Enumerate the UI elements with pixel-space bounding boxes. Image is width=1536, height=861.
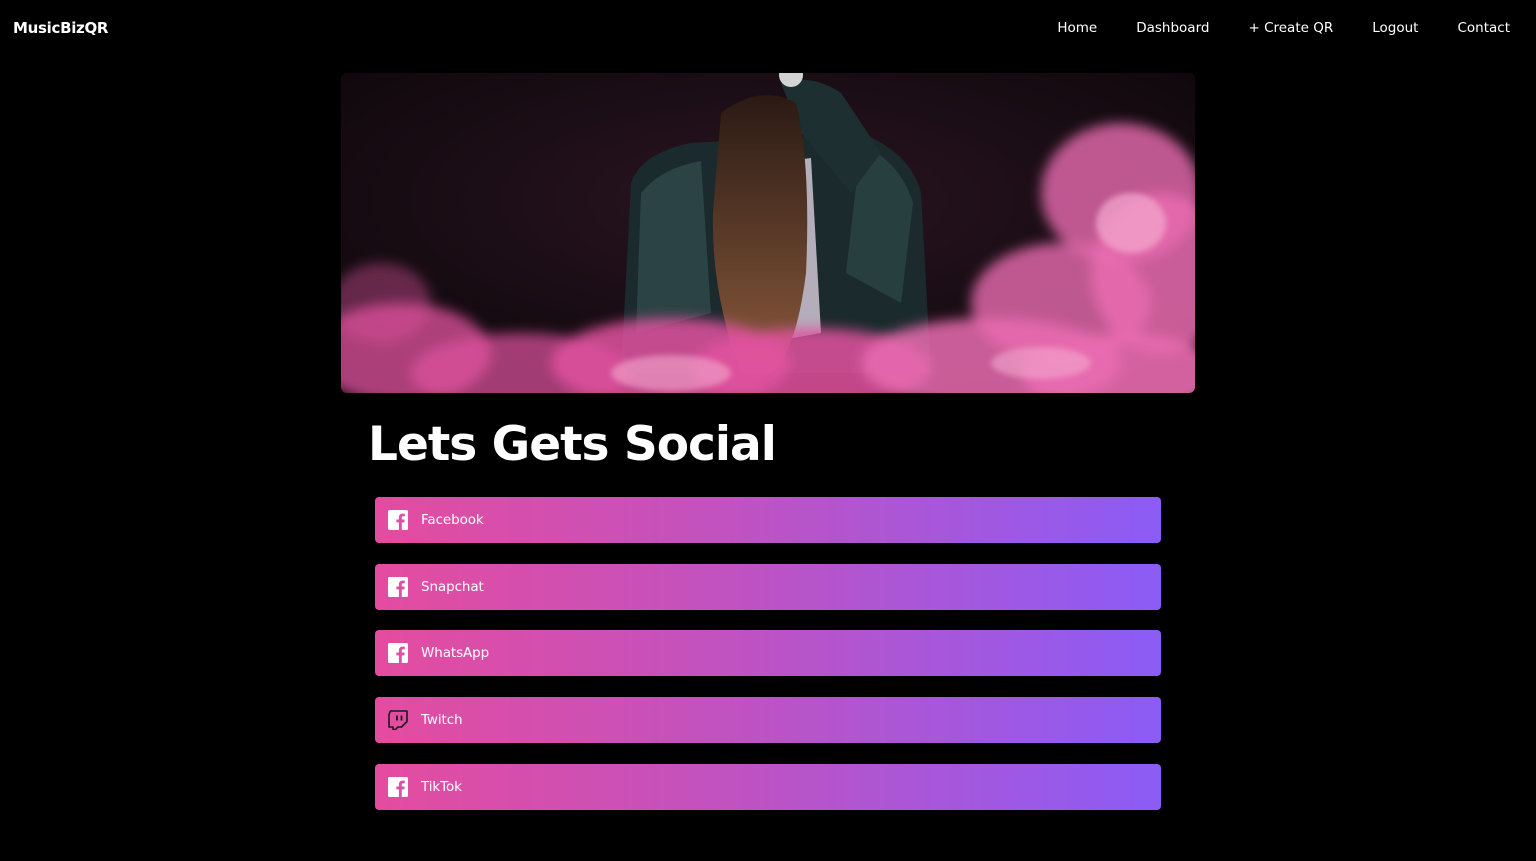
- snapchat-button[interactable]: Snapchat: [375, 563, 1161, 610]
- twitch-button[interactable]: Twitch: [375, 697, 1161, 744]
- page-title: Lets Gets Social: [368, 417, 777, 472]
- nav-link-contact[interactable]: Contact: [1457, 20, 1510, 36]
- twitch-label: Twitch: [421, 712, 463, 729]
- whatsapp-button[interactable]: WhatsApp: [375, 630, 1161, 677]
- facebook-icon: [388, 776, 408, 797]
- twitch-icon: [388, 710, 408, 731]
- snapchat-label: Snapchat: [421, 578, 484, 595]
- nav-link-home[interactable]: Home: [1057, 20, 1097, 36]
- nav-link-create-qr[interactable]: + Create QR: [1248, 20, 1333, 36]
- whatsapp-label: WhatsApp: [421, 645, 490, 662]
- facebook-button[interactable]: Facebook: [375, 497, 1161, 543]
- social-links-list: Facebook Snapchat WhatsApp Twitch TikTok: [375, 497, 1161, 830]
- nav-link-logout[interactable]: Logout: [1372, 20, 1418, 36]
- tiktok-label: TikTok: [421, 778, 462, 795]
- facebook-icon: [388, 576, 408, 597]
- nav-links: Home Dashboard + Create QR Logout Contac…: [1018, 20, 1510, 36]
- facebook-icon: [388, 510, 408, 530]
- nav-link-dashboard[interactable]: Dashboard: [1136, 20, 1209, 36]
- brand-logo[interactable]: MusicBizQR: [13, 19, 108, 37]
- hero-image: [341, 73, 1195, 393]
- facebook-icon: [388, 643, 408, 664]
- tiktok-button[interactable]: TikTok: [375, 763, 1161, 810]
- facebook-label: Facebook: [421, 512, 484, 528]
- top-navbar: MusicBizQR Home Dashboard + Create QR Lo…: [0, 0, 1536, 58]
